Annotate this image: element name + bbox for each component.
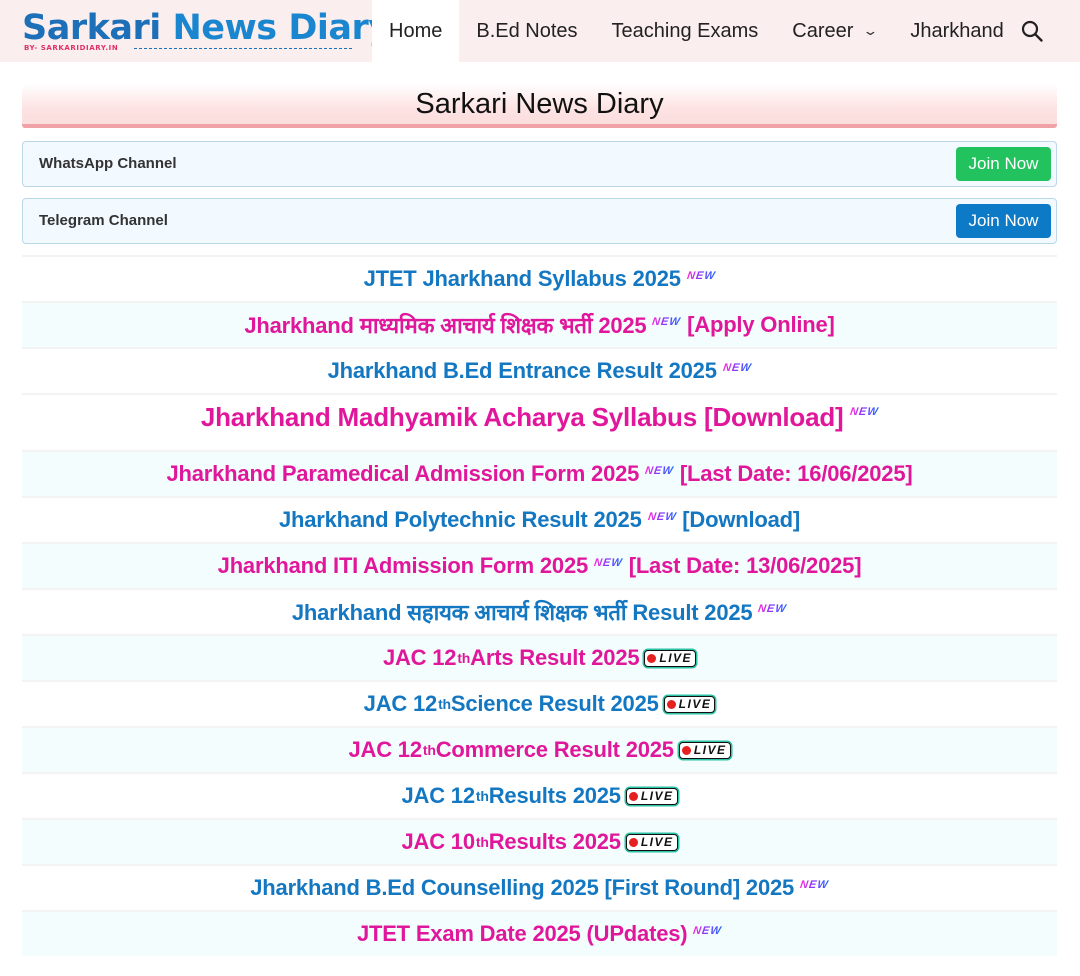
live-dot-icon	[647, 653, 657, 663]
live-dot-icon	[628, 837, 638, 847]
list-item[interactable]: Jharkhand Paramedical Admission Form 202…	[22, 450, 1057, 496]
new-badge: NEW	[721, 362, 753, 374]
logo-underline	[134, 48, 352, 49]
page-title: Sarkari News Diary	[22, 84, 1057, 128]
list-item[interactable]: Jharkhand Polytechnic Result 2025 NEW [Dow…	[22, 496, 1057, 542]
nav-item-jharkhand[interactable]: Jharkhand	[893, 0, 1020, 62]
list-item[interactable]: Jharkhand सहायक आचार्य शिक्षक भर्ती Resu…	[22, 588, 1057, 634]
list-item[interactable]: Jharkhand Madhyamik Acharya Syllabus [Do…	[22, 393, 1057, 450]
chevron-down-icon: ⌄	[862, 23, 880, 38]
live-badge: LIVE	[644, 649, 697, 667]
live-badge: LIVE	[625, 787, 678, 805]
whatsapp-join-button[interactable]: Join Now	[956, 147, 1051, 181]
telegram-join-button[interactable]: Join Now	[956, 204, 1051, 238]
whatsapp-channel-box: WhatsApp Channel Join Now	[22, 141, 1057, 187]
telegram-channel-box: Telegram Channel Join Now	[22, 198, 1057, 244]
telegram-channel-label: Telegram Channel	[39, 212, 168, 229]
list-item[interactable]: Jharkhand ITI Admission Form 2025 NEW [Las…	[22, 542, 1057, 588]
top-navigation-bar: Sarkari News Diary BY- SARKARIDIARY.IN H…	[0, 0, 1080, 62]
live-badge: LIVE	[663, 695, 716, 713]
nav-item-bed-notes[interactable]: B.Ed Notes	[459, 0, 594, 62]
search-icon[interactable]	[1020, 19, 1044, 43]
new-badge: NEW	[651, 316, 682, 328]
logo-byline: BY- SARKARIDIARY.IN	[24, 44, 119, 52]
latest-updates-list: JTET Jharkhand Syllabus 2025 NEW Jharkhan…	[22, 255, 1057, 956]
list-item[interactable]: JAC 12th Arts Result 2025 LIVE	[22, 634, 1057, 680]
main-menu: Home B.Ed Notes Teaching Exams Career ⌄ J…	[372, 0, 1021, 62]
new-badge: NEW	[685, 270, 717, 282]
site-logo[interactable]: Sarkari News Diary BY- SARKARIDIARY.IN	[22, 8, 391, 52]
new-badge: NEW	[593, 557, 624, 569]
new-badge: NEW	[848, 406, 880, 418]
live-dot-icon	[681, 745, 691, 755]
new-badge: NEW	[646, 511, 678, 523]
nav-item-teaching-exams[interactable]: Teaching Exams	[595, 0, 776, 62]
list-item[interactable]: JAC 12th Science Result 2025 LIVE	[22, 680, 1057, 726]
list-item[interactable]: JTET Jharkhand Syllabus 2025 NEW	[22, 255, 1057, 301]
whatsapp-channel-label: WhatsApp Channel	[39, 155, 177, 172]
list-item[interactable]: Jharkhand B.Ed Counselling 2025 [First R…	[22, 864, 1057, 910]
list-item[interactable]: JTET Exam Date 2025 (UPdates) NEW	[22, 910, 1057, 956]
list-item[interactable]: Jharkhand B.Ed Entrance Result 2025 NEW	[22, 347, 1057, 393]
live-dot-icon	[666, 699, 676, 709]
logo-title: Sarkari News Diary	[22, 8, 391, 48]
new-badge: NEW	[757, 603, 788, 615]
live-badge: LIVE	[625, 833, 678, 851]
new-badge: NEW	[692, 925, 723, 937]
list-item[interactable]: Jharkhand माध्यमिक आचार्य शिक्षक भर्ती 2…	[22, 301, 1057, 347]
nav-item-career[interactable]: Career ⌄	[775, 0, 893, 62]
live-dot-icon	[628, 791, 638, 801]
list-item[interactable]: JAC 10th Results 2025 LIVE	[22, 818, 1057, 864]
list-item[interactable]: JAC 12th Results 2025 LIVE	[22, 772, 1057, 818]
new-badge: NEW	[644, 465, 675, 477]
new-badge: NEW	[799, 879, 830, 891]
live-badge: LIVE	[678, 741, 731, 759]
list-item[interactable]: JAC 12th Commerce Result 2025 LIVE	[22, 726, 1057, 772]
nav-item-home[interactable]: Home	[372, 0, 460, 62]
